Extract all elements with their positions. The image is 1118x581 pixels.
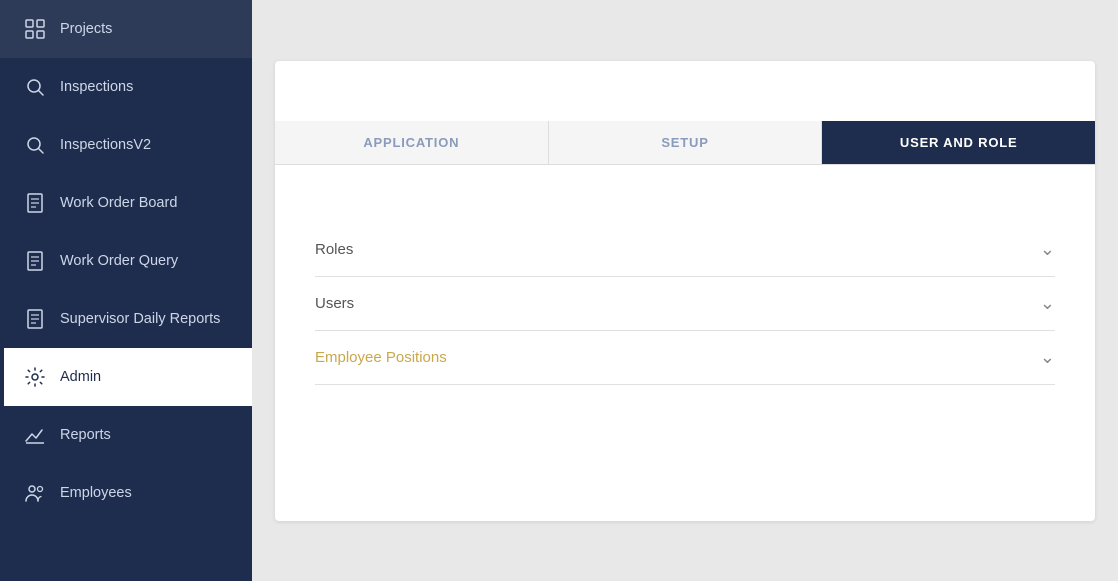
accordion-label-users: Users — [315, 295, 354, 312]
card-header — [275, 61, 1095, 121]
document-icon — [24, 192, 46, 214]
sidebar-label-supervisor-daily-reports: Supervisor Daily Reports — [60, 311, 220, 327]
accordion-item-roles[interactable]: Roles ⌄ — [315, 223, 1055, 277]
grid-icon — [24, 18, 46, 40]
sidebar-item-inspections-v2[interactable]: InspectionsV2 — [0, 116, 252, 174]
chevron-down-icon: ⌄ — [1040, 347, 1055, 368]
sidebar-item-supervisor-daily-reports[interactable]: Supervisor Daily Reports — [0, 290, 252, 348]
sidebar-item-admin[interactable]: Admin — [0, 348, 252, 406]
document-icon — [24, 250, 46, 272]
sidebar-item-reports[interactable]: Reports — [0, 406, 252, 464]
tab-setup[interactable]: SETUP — [549, 121, 823, 164]
tab-user-and-role[interactable]: USER AND ROLE — [822, 121, 1095, 164]
sidebar-label-work-order-query: Work Order Query — [60, 253, 178, 269]
document-icon — [24, 308, 46, 330]
sidebar-item-work-order-query[interactable]: Work Order Query — [0, 232, 252, 290]
sidebar-label-inspections: Inspections — [60, 79, 133, 95]
sidebar-label-admin: Admin — [60, 369, 101, 385]
tab-application[interactable]: APPLICATION — [275, 121, 549, 164]
chevron-down-icon: ⌄ — [1040, 239, 1055, 260]
search-circle-icon — [24, 76, 46, 98]
search-circle-icon — [24, 134, 46, 156]
accordion-list: Roles ⌄ Users ⌄ Employee Positions ⌄ — [315, 223, 1055, 385]
people-icon — [24, 482, 46, 504]
chevron-down-icon: ⌄ — [1040, 293, 1055, 314]
sidebar-label-reports: Reports — [60, 427, 111, 443]
sidebar-item-work-order-board[interactable]: Work Order Board — [0, 174, 252, 232]
sidebar-label-projects: Projects — [60, 21, 112, 37]
accordion-label-employee-positions: Employee Positions — [315, 349, 447, 366]
gear-icon — [24, 366, 46, 388]
chart-icon — [24, 424, 46, 446]
accordion-label-roles: Roles — [315, 241, 353, 258]
company-card: APPLICATIONSETUPUSER AND ROLE Roles⌄User… — [275, 61, 1095, 521]
sidebar-item-inspections[interactable]: Inspections — [0, 58, 252, 116]
sidebar-label-work-order-board: Work Order Board — [60, 195, 177, 211]
card-body: Roles ⌄ Users ⌄ Employee Positions ⌄ — [275, 165, 1095, 521]
sidebar-label-employees: Employees — [60, 485, 132, 501]
main-content: APPLICATIONSETUPUSER AND ROLE Roles⌄User… — [252, 0, 1118, 581]
sidebar-item-projects[interactable]: Projects — [0, 0, 252, 58]
accordion-item-users[interactable]: Users ⌄ — [315, 277, 1055, 331]
sidebar-item-employees[interactable]: Employees — [0, 464, 252, 522]
accordion-item-employee-positions[interactable]: Employee Positions ⌄ — [315, 331, 1055, 385]
sidebar: Projects Inspections InspectionsV2 Work … — [0, 0, 252, 581]
sidebar-label-inspections-v2: InspectionsV2 — [60, 137, 151, 153]
tab-bar: APPLICATIONSETUPUSER AND ROLE — [275, 121, 1095, 165]
